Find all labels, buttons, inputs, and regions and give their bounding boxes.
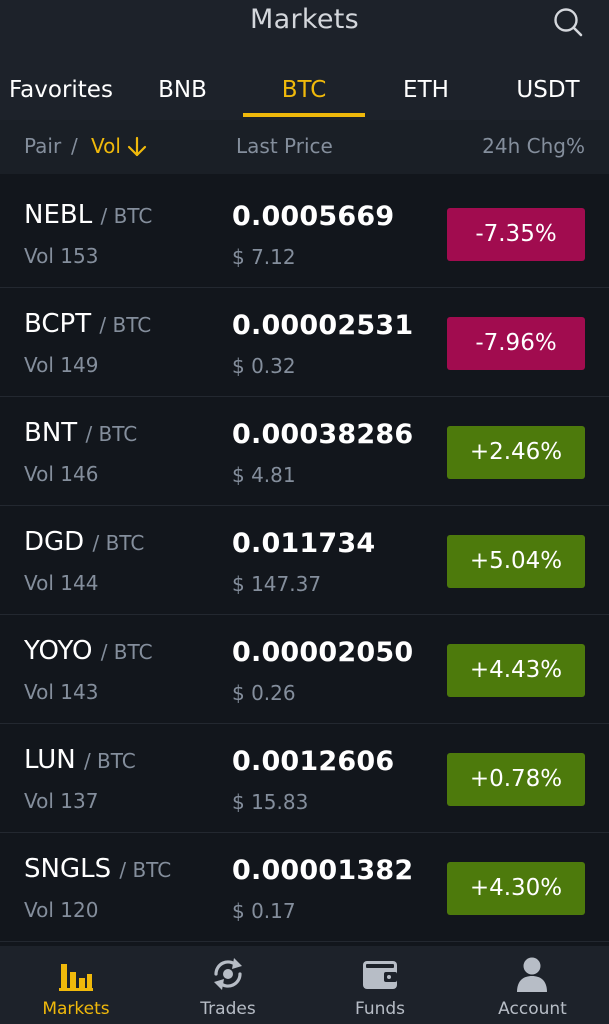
pair-base: DGD xyxy=(24,527,85,557)
change-badge: -7.35% xyxy=(447,208,585,261)
usd-price: $ 0.32 xyxy=(232,354,296,378)
change-badge: +2.46% xyxy=(447,426,585,479)
sort-change[interactable]: 24h Chg% xyxy=(482,134,585,158)
usd-price: $ 4.81 xyxy=(232,463,296,487)
change-badge: +5.04% xyxy=(447,535,585,588)
pair-volume: Vol 137 xyxy=(24,789,99,813)
pair-quote: / BTC xyxy=(100,640,153,664)
pair-quote: / BTC xyxy=(83,749,136,773)
usd-price: $ 0.26 xyxy=(232,681,296,705)
pair-quote: / BTC xyxy=(99,313,152,337)
markets-screen: Markets Favorites BNB BTC ETH USDT Pair … xyxy=(0,0,609,1024)
tab-usdt[interactable]: USDT xyxy=(487,56,609,120)
app-header: Markets xyxy=(0,0,609,56)
sort-vol[interactable]: Vol xyxy=(91,134,121,158)
table-row[interactable]: NEBL / BTC Vol 153 0.0005669 $ 7.12 -7.3… xyxy=(0,180,609,288)
last-price: 0.0005669 xyxy=(232,201,395,232)
table-row[interactable]: LUN / BTC Vol 137 0.0012606 $ 15.83 +0.7… xyxy=(0,725,609,833)
change-badge: +0.78% xyxy=(447,753,585,806)
pair-quote: / BTC xyxy=(100,204,153,228)
usd-price: $ 15.83 xyxy=(232,790,309,814)
pair-base: BCPT xyxy=(24,309,92,339)
last-price: 0.011734 xyxy=(232,528,376,559)
pair-volume: Vol 143 xyxy=(24,680,99,704)
tab-btc[interactable]: BTC xyxy=(243,56,365,120)
pair-volume: Vol 146 xyxy=(24,462,99,486)
nav-funds[interactable]: Funds xyxy=(304,946,456,1024)
tab-bnb[interactable]: BNB xyxy=(122,56,243,120)
column-separator: / xyxy=(71,134,78,158)
user-icon xyxy=(517,957,547,992)
tab-eth[interactable]: ETH xyxy=(365,56,487,120)
pair-volume: Vol 144 xyxy=(24,571,99,595)
table-row[interactable]: BCPT / BTC Vol 149 0.00002531 $ 0.32 -7.… xyxy=(0,289,609,397)
trades-refresh-icon xyxy=(214,958,242,990)
pair-volume: Vol 153 xyxy=(24,244,99,268)
pair-list: NEBL / BTC Vol 153 0.0005669 $ 7.12 -7.3… xyxy=(0,180,609,943)
usd-price: $ 7.12 xyxy=(232,245,296,269)
table-row[interactable]: SNGLS / BTC Vol 120 0.00001382 $ 0.17 +4… xyxy=(0,834,609,942)
usd-price: $ 147.37 xyxy=(232,572,322,596)
nav-label: Funds xyxy=(354,999,406,1019)
last-price: 0.00001382 xyxy=(232,855,414,886)
sort-pair[interactable]: Pair xyxy=(24,134,61,158)
sort-last-price[interactable]: Last Price xyxy=(236,134,333,158)
pair-quote: / BTC xyxy=(92,531,145,555)
nav-markets[interactable]: Markets xyxy=(0,946,152,1024)
pair-base: YOYO xyxy=(24,636,93,666)
last-price: 0.00038286 xyxy=(232,419,414,450)
arrow-down-icon[interactable] xyxy=(126,136,148,158)
pair-base: NEBL xyxy=(24,200,93,230)
last-price: 0.00002050 xyxy=(232,637,414,668)
table-row[interactable]: BNT / BTC Vol 146 0.00038286 $ 4.81 +2.4… xyxy=(0,398,609,506)
last-price: 0.0012606 xyxy=(232,746,395,777)
nav-trades[interactable]: Trades xyxy=(152,946,304,1024)
page-title: Markets xyxy=(250,4,359,35)
change-badge: +4.30% xyxy=(447,862,585,915)
table-row[interactable]: DGD / BTC Vol 144 0.011734 $ 147.37 +5.0… xyxy=(0,507,609,615)
pair-quote: / BTC xyxy=(85,422,138,446)
pair-base: BNT xyxy=(24,418,78,448)
bottom-nav: Markets Trades Funds Account xyxy=(0,946,609,1024)
market-tabs: Favorites BNB BTC ETH USDT xyxy=(0,56,609,120)
change-badge: +4.43% xyxy=(447,644,585,697)
nav-account[interactable]: Account xyxy=(456,946,609,1024)
pair-base: SNGLS xyxy=(24,854,112,884)
wallet-icon xyxy=(363,961,397,989)
pair-volume: Vol 120 xyxy=(24,898,99,922)
pair-quote: / BTC xyxy=(119,858,172,882)
last-price: 0.00002531 xyxy=(232,310,414,341)
nav-label: Markets xyxy=(42,999,110,1019)
bar-chart-icon xyxy=(59,964,93,991)
nav-label: Account xyxy=(498,999,567,1019)
active-tab-indicator xyxy=(243,113,365,117)
tab-favorites[interactable]: Favorites xyxy=(0,56,122,120)
pair-base: LUN xyxy=(24,745,76,775)
column-header: Pair / Vol Last Price 24h Chg% xyxy=(0,120,609,174)
search-icon[interactable] xyxy=(551,5,585,39)
nav-label: Trades xyxy=(200,999,256,1019)
change-badge: -7.96% xyxy=(447,317,585,370)
table-row[interactable]: YOYO / BTC Vol 143 0.00002050 $ 0.26 +4.… xyxy=(0,616,609,724)
pair-volume: Vol 149 xyxy=(24,353,99,377)
usd-price: $ 0.17 xyxy=(232,899,296,923)
